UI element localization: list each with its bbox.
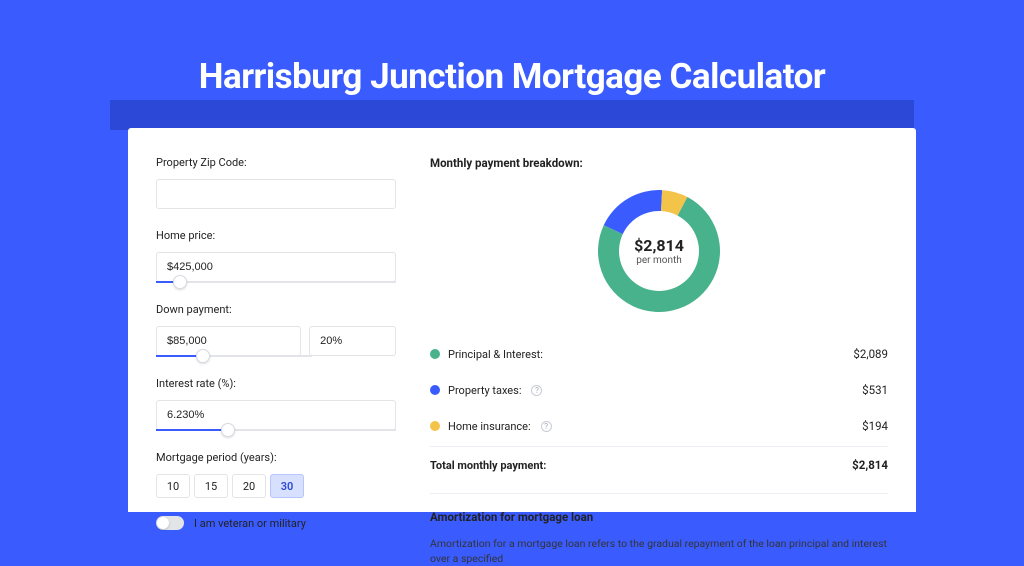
payment-donut-chart: $2,814 per month [598, 190, 720, 312]
legend-dot [430, 385, 440, 395]
home-price-slider[interactable] [156, 281, 396, 283]
legend-item: Principal & Interest: $2,089 [430, 336, 888, 372]
legend: Principal & Interest: $2,089 Property taxe… [430, 336, 888, 444]
legend-label: Home insurance: [448, 420, 531, 433]
veteran-label: I am veteran or military [194, 517, 306, 530]
legend-value: $2,089 [853, 347, 888, 361]
donut-amount: $2,814 [634, 236, 684, 255]
interest-rate-slider[interactable] [156, 429, 396, 431]
down-payment-slider[interactable] [156, 355, 312, 357]
period-option-10[interactable]: 10 [156, 474, 190, 498]
legend-label: Principal & Interest: [448, 348, 543, 361]
breakdown-title: Monthly payment breakdown: [430, 156, 888, 170]
info-icon[interactable]: ? [531, 385, 542, 396]
legend-dot [430, 349, 440, 359]
total-value: $2,814 [852, 458, 888, 472]
period-option-20[interactable]: 20 [232, 474, 266, 498]
period-label: Mortgage period (years): [156, 451, 396, 464]
legend-label: Property taxes: [448, 384, 521, 397]
veteran-row: I am veteran or military [156, 516, 396, 530]
donut-container: $2,814 per month [430, 190, 888, 312]
down-payment-field: Down payment: [156, 303, 396, 357]
interest-rate-label: Interest rate (%): [156, 377, 396, 390]
amortization-title: Amortization for mortgage loan [430, 510, 888, 524]
calculator-card: Property Zip Code: Home price: Down paym… [128, 128, 916, 512]
zip-field: Property Zip Code: [156, 156, 396, 209]
veteran-toggle[interactable] [156, 516, 184, 530]
interest-rate-field: Interest rate (%): [156, 377, 396, 431]
down-payment-amount-input[interactable] [156, 326, 301, 356]
down-payment-slider-thumb[interactable] [196, 349, 210, 363]
home-price-input[interactable] [156, 252, 396, 282]
breakdown-column: Monthly payment breakdown: $2,814 per mo… [430, 156, 888, 512]
legend-item: Property taxes:? $531 [430, 372, 888, 408]
page-title: Harrisburg Junction Mortgage Calculator [0, 56, 1024, 97]
header-accent-bar [110, 100, 914, 130]
zip-label: Property Zip Code: [156, 156, 396, 169]
down-payment-row [156, 326, 396, 356]
period-options: 10152030 [156, 474, 396, 498]
legend-item: Home insurance:? $194 [430, 408, 888, 444]
home-price-label: Home price: [156, 229, 396, 242]
legend-left: Property taxes:? [430, 384, 542, 397]
legend-left: Home insurance:? [430, 420, 552, 433]
legend-dot [430, 421, 440, 431]
info-icon[interactable]: ? [541, 421, 552, 432]
home-price-slider-thumb[interactable] [173, 275, 187, 289]
inputs-column: Property Zip Code: Home price: Down paym… [156, 156, 396, 512]
down-payment-percent-input[interactable] [309, 326, 396, 356]
donut-center: $2,814 per month [620, 212, 698, 290]
legend-value: $194 [862, 419, 888, 433]
home-price-field: Home price: [156, 229, 396, 283]
legend-value: $531 [862, 383, 888, 397]
down-payment-label: Down payment: [156, 303, 396, 316]
interest-rate-input[interactable] [156, 400, 396, 430]
toggle-knob [157, 517, 169, 529]
donut-sublabel: per month [636, 255, 682, 266]
zip-input[interactable] [156, 179, 396, 209]
total-label: Total monthly payment: [430, 459, 546, 472]
interest-rate-slider-thumb[interactable] [221, 423, 235, 437]
amortization-text: Amortization for a mortgage loan refers … [430, 536, 888, 566]
legend-left: Principal & Interest: [430, 348, 543, 361]
period-field: Mortgage period (years): 10152030 [156, 451, 396, 498]
total-label-wrap: Total monthly payment: [430, 459, 546, 472]
period-option-15[interactable]: 15 [194, 474, 228, 498]
period-option-30[interactable]: 30 [270, 474, 304, 498]
amortization-section: Amortization for mortgage loan Amortizat… [430, 493, 888, 566]
total-row: Total monthly payment: $2,814 [430, 446, 888, 483]
